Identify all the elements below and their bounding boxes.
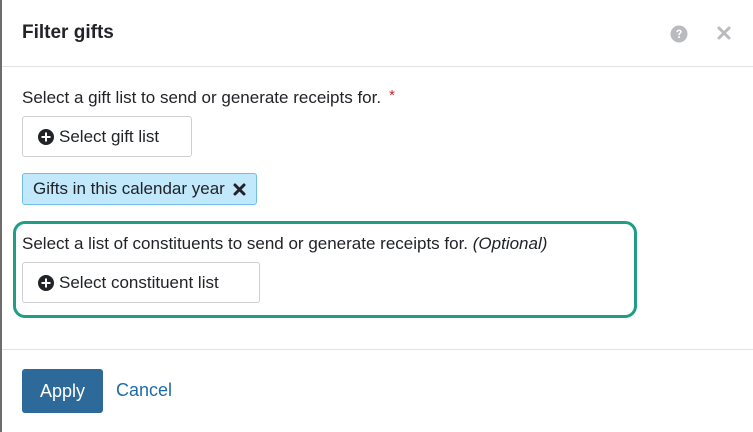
optional-text: (Optional): [472, 234, 548, 253]
remove-token-icon[interactable]: [233, 183, 246, 196]
select-gift-list-button[interactable]: Select gift list: [22, 116, 192, 157]
plus-circle-icon: [38, 274, 54, 291]
plus-circle-icon: [38, 128, 54, 145]
selected-gift-list-token: Gifts in this calendar year: [22, 173, 257, 205]
dialog-title: Filter gifts: [22, 22, 114, 43]
constituent-list-label-text: Select a list of constituents to send or…: [22, 234, 469, 253]
filter-gifts-dialog: Filter gifts Select a gift list to send …: [2, 0, 753, 432]
cancel-link[interactable]: Cancel: [116, 380, 172, 401]
gift-list-label: Select a gift list to send or generate r…: [22, 87, 395, 108]
constituent-list-label: Select a list of constituents to send or…: [22, 234, 547, 254]
help-icon[interactable]: [670, 25, 688, 43]
close-icon[interactable]: [716, 25, 732, 41]
select-gift-list-label: Select gift list: [59, 126, 160, 146]
selected-gift-list-text: Gifts in this calendar year: [33, 179, 225, 198]
apply-button[interactable]: Apply: [22, 369, 103, 413]
gift-list-label-text: Select a gift list to send or generate r…: [22, 88, 382, 107]
dialog-header: Filter gifts: [2, 0, 753, 67]
required-marker: *: [389, 87, 395, 104]
dialog-footer: Apply Cancel: [2, 349, 753, 432]
select-constituent-list-label: Select constituent list: [59, 272, 219, 292]
select-constituent-list-button[interactable]: Select constituent list: [22, 262, 260, 303]
